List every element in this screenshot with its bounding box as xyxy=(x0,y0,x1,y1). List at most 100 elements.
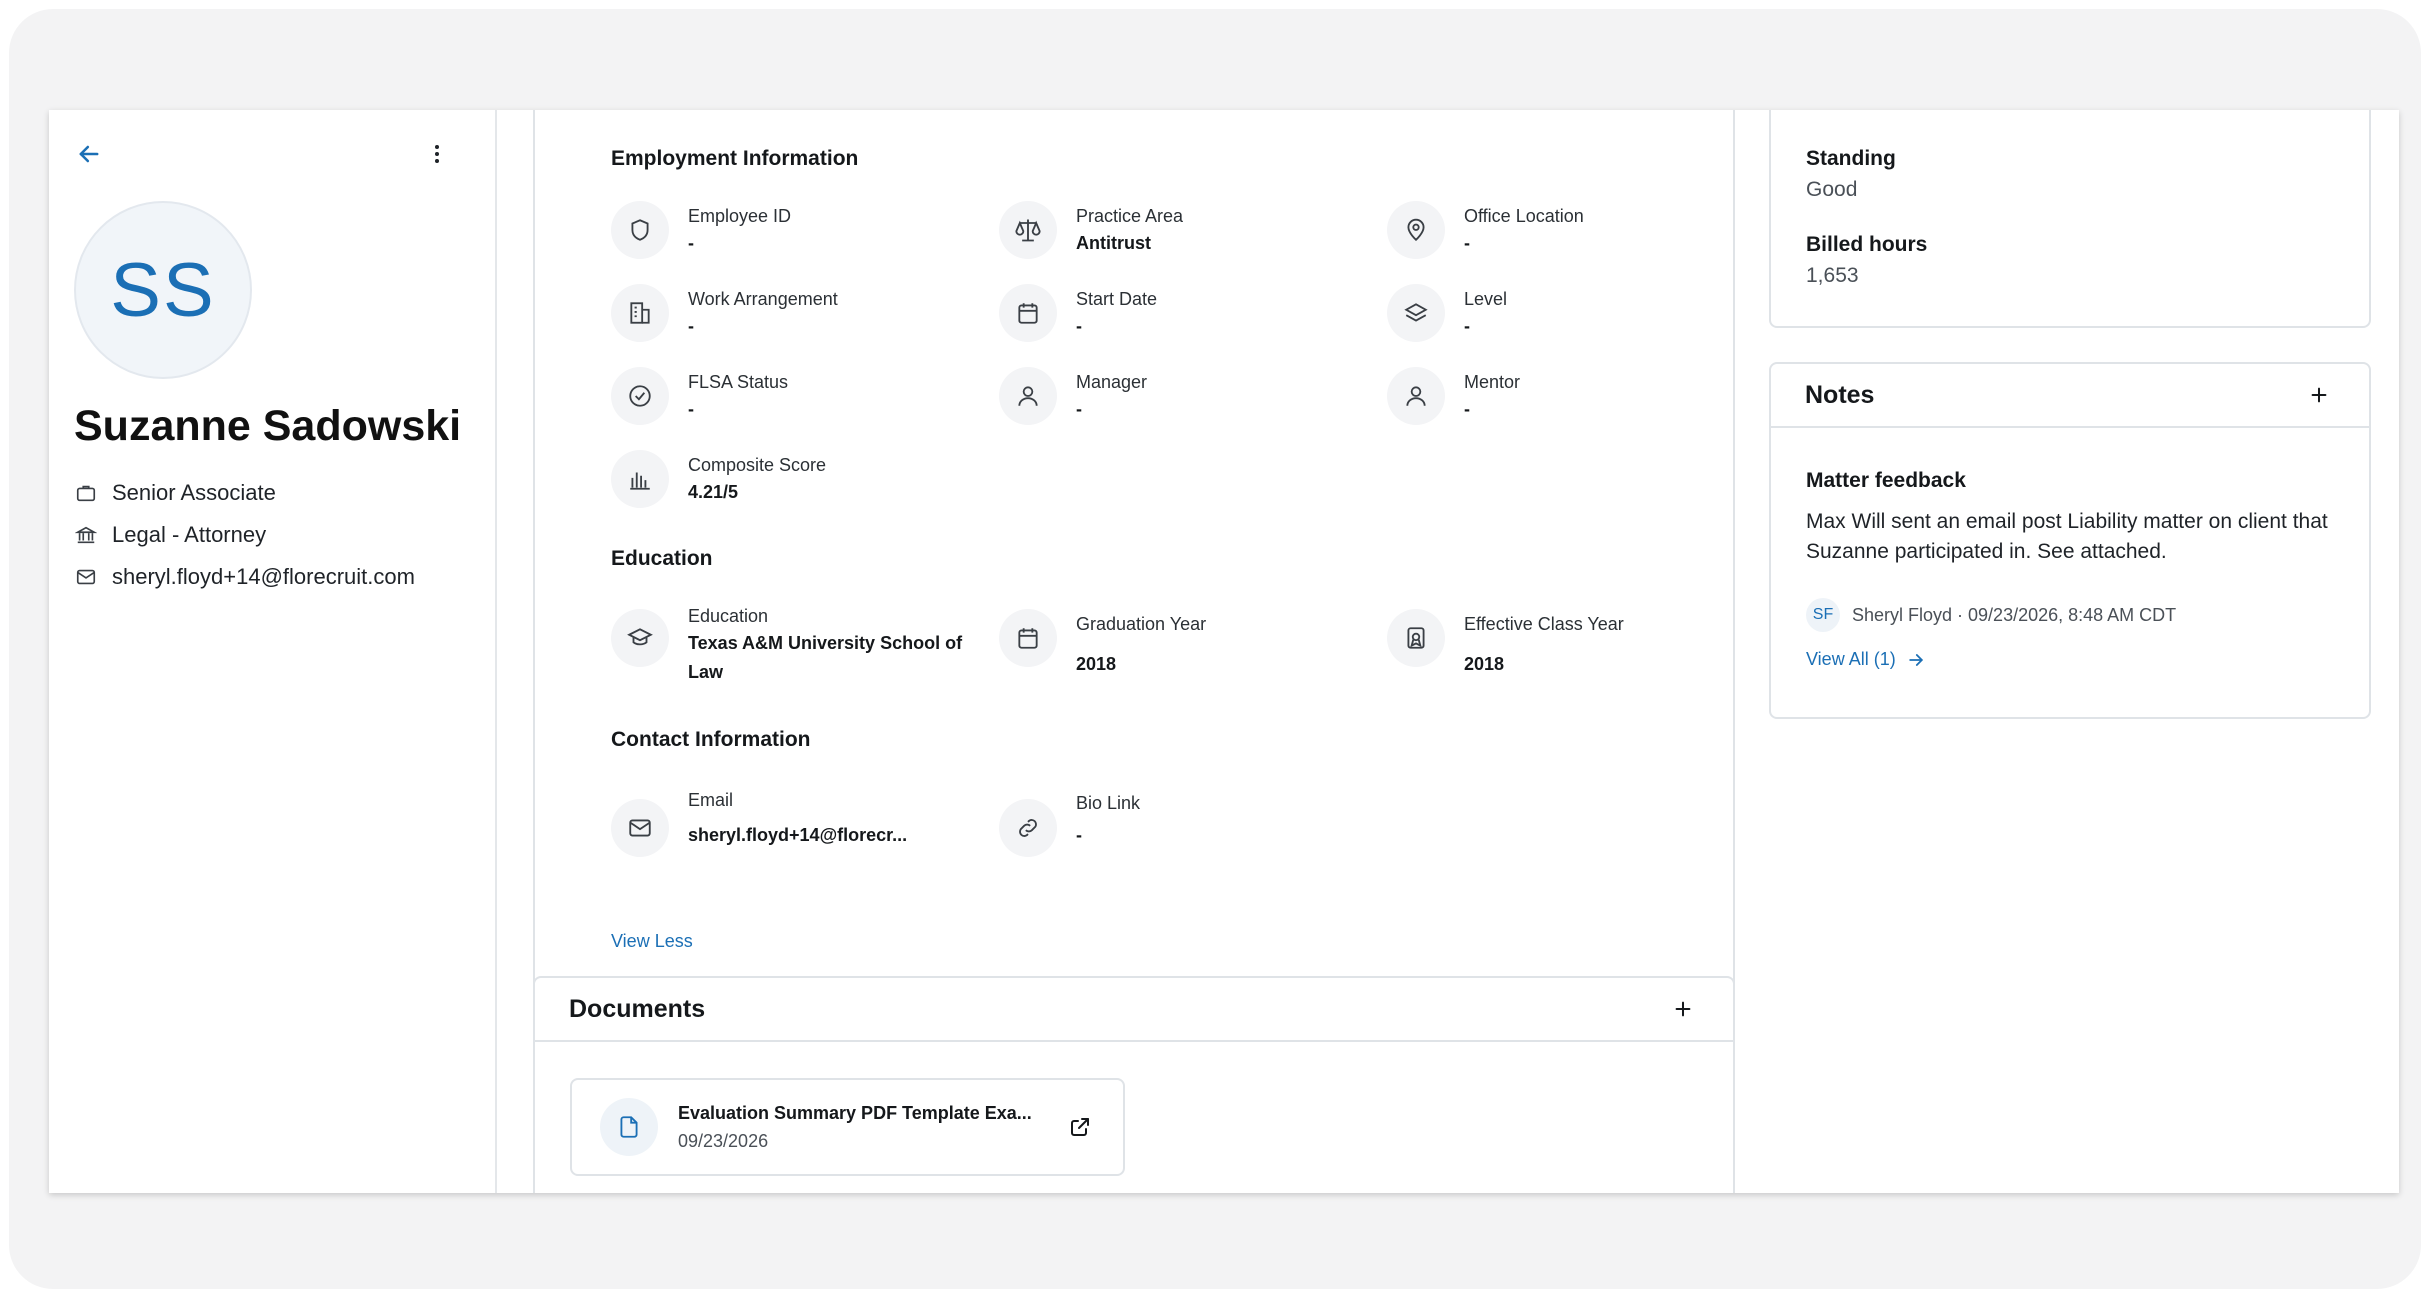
view-all-label: View All (1) xyxy=(1806,649,1896,669)
arrow-right-icon xyxy=(1908,653,1923,666)
document-date: 09/23/2026 xyxy=(678,1131,769,1151)
field-work-arrangement: Work Arrangement - xyxy=(611,284,981,342)
document-item[interactable]: Evaluation Summary PDF Template Exa... 0… xyxy=(570,1078,1125,1176)
job-title: Senior Associate xyxy=(112,480,276,505)
field-label: FLSA Status xyxy=(688,372,789,392)
field-start-date: Start Date - xyxy=(999,284,1369,342)
field-graduation-year: Graduation Year 2018 xyxy=(999,609,1369,679)
arrow-left-icon xyxy=(79,145,99,163)
plus-icon xyxy=(2311,387,2327,403)
briefcase-icon xyxy=(74,481,98,505)
field-label: Effective Class Year xyxy=(1464,614,1624,634)
app-screen: SS Suzanne Sadowski Senior Associate Leg… xyxy=(49,110,2399,1193)
field-value: 4.21/5 xyxy=(688,482,739,502)
location-pin-icon xyxy=(1387,201,1445,259)
mail-icon xyxy=(74,565,98,589)
job-title-row: Senior Associate xyxy=(74,480,276,506)
field-label: Start Date xyxy=(1076,289,1158,309)
field-level: Level - xyxy=(1387,284,1757,342)
badge-icon xyxy=(1387,609,1445,667)
author-line: Sheryl Floyd · 09/23/2026, 8:48 AM CDT xyxy=(1852,604,2177,625)
plus-icon xyxy=(1675,1001,1691,1017)
field-value: Texas A&M University School of Law xyxy=(688,633,963,682)
field-value: - xyxy=(688,399,694,419)
field-label: Level xyxy=(1464,289,1508,309)
external-link-icon xyxy=(1071,1118,1089,1136)
profile-email[interactable]: sheryl.floyd+14@florecruit.com xyxy=(112,564,415,590)
bar-chart-icon xyxy=(611,450,669,508)
field-value: - xyxy=(688,233,694,253)
field-contact-email: Email sheryl.floyd+14@florecr... xyxy=(611,785,981,857)
standing-value: Good xyxy=(1806,178,1858,201)
calendar-icon xyxy=(999,609,1057,667)
profile-sidebar: SS Suzanne Sadowski Senior Associate Leg… xyxy=(49,110,497,1193)
field-label: Graduation Year xyxy=(1076,614,1207,634)
avatar-initials: SS xyxy=(110,247,216,333)
building-icon xyxy=(611,284,669,342)
view-less-link[interactable]: View Less xyxy=(611,931,693,952)
department-row: Legal - Attorney xyxy=(74,522,266,548)
link-icon xyxy=(999,799,1057,857)
calendar-icon xyxy=(999,284,1057,342)
back-button[interactable] xyxy=(71,136,107,172)
employment-card: Employment Information Employee ID - Prac… xyxy=(533,110,1735,1041)
scale-icon xyxy=(999,201,1057,259)
email-row: sheryl.floyd+14@florecruit.com xyxy=(74,564,415,590)
employment-heading: Employment Information xyxy=(611,147,859,170)
field-label: Work Arrangement xyxy=(688,289,838,309)
file-icon xyxy=(600,1098,658,1156)
notes-header: Notes xyxy=(1771,364,2369,428)
documents-heading: Documents xyxy=(569,994,706,1023)
more-options-button[interactable] xyxy=(419,136,455,172)
user-icon xyxy=(999,367,1057,425)
field-manager: Manager - xyxy=(999,367,1369,425)
field-value: - xyxy=(1076,316,1082,336)
billed-hours-label: Billed hours xyxy=(1806,233,1928,256)
field-value: - xyxy=(1076,399,1082,419)
note-author: SF Sheryl Floyd · 09/23/2026, 8:48 AM CD… xyxy=(1806,598,2176,632)
field-composite-score: Composite Score 4.21/5 xyxy=(611,450,981,508)
add-note-button[interactable] xyxy=(2303,379,2335,411)
field-label: Email xyxy=(688,790,734,810)
field-value: - xyxy=(688,316,694,336)
field-value: 2018 xyxy=(1464,654,1505,674)
person-name: Suzanne Sadowski xyxy=(74,402,462,450)
field-education: Education Texas A&M University School of … xyxy=(611,601,981,687)
field-practice-area: Practice Area Antitrust xyxy=(999,201,1369,259)
author-avatar: SF xyxy=(1806,598,1840,632)
note-title: Matter feedback xyxy=(1806,469,1966,492)
field-label: Mentor xyxy=(1464,372,1521,392)
documents-card: Documents Evaluation Summary PDF Templat… xyxy=(533,976,1735,1193)
field-flsa-status: FLSA Status - xyxy=(611,367,981,425)
standing-card: Standing Good Billed hours 1,653 xyxy=(1769,110,2371,328)
view-all-notes-link[interactable]: View All (1) xyxy=(1806,649,1926,670)
field-value: - xyxy=(1076,825,1082,845)
education-heading: Education xyxy=(611,547,713,570)
field-label: Bio Link xyxy=(1076,793,1141,813)
department: Legal - Attorney xyxy=(112,522,267,547)
mail-icon xyxy=(611,799,669,857)
standing-label: Standing xyxy=(1806,147,1896,170)
field-value: - xyxy=(1464,316,1470,336)
field-label: Office Location xyxy=(1464,206,1584,226)
notes-heading: Notes xyxy=(1805,380,1875,409)
kebab-menu-icon xyxy=(435,145,439,163)
field-label: Education xyxy=(688,606,769,626)
field-value[interactable]: sheryl.floyd+14@florecr... xyxy=(688,821,907,850)
field-office-location: Office Location - xyxy=(1387,201,1757,259)
document-name: Evaluation Summary PDF Template Exa... xyxy=(678,1103,1032,1123)
field-employee-id: Employee ID - xyxy=(611,201,981,259)
contact-heading: Contact Information xyxy=(611,728,811,751)
open-document-button[interactable] xyxy=(1065,1112,1095,1142)
field-mentor: Mentor - xyxy=(1387,367,1757,425)
field-label: Composite Score xyxy=(688,455,827,475)
shield-icon xyxy=(611,201,669,259)
note-body: Max Will sent an email post Liability ma… xyxy=(1806,510,2328,563)
add-document-button[interactable] xyxy=(1667,993,1699,1025)
field-label: Practice Area xyxy=(1076,206,1184,226)
field-label: Employee ID xyxy=(688,206,792,226)
documents-header: Documents xyxy=(535,978,1733,1042)
billed-hours-value: 1,653 xyxy=(1806,264,1859,287)
field-value: 2018 xyxy=(1076,654,1117,674)
field-value: - xyxy=(1464,233,1470,253)
